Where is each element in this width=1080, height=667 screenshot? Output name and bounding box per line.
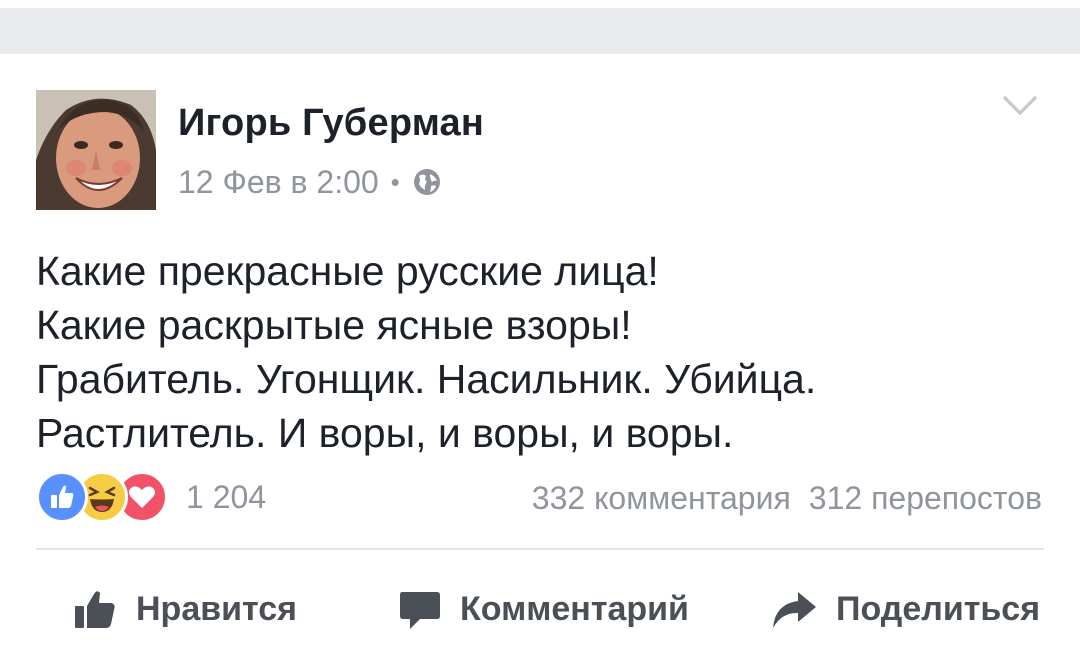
like-button-label: Нравится (136, 589, 297, 628)
post-stats: 332 комментария 312 перепостов (532, 480, 1042, 517)
feed-background-bar (0, 0, 1080, 54)
comment-icon (400, 592, 440, 629)
share-arrow-icon (773, 592, 816, 628)
post-timestamp[interactable]: 12 Фев в 2:00 (178, 164, 379, 201)
post-text-line: Какие раскрытые ясные взоры! (36, 302, 632, 348)
share-button-label: Поделиться (836, 589, 1041, 628)
reactions-summary[interactable]: 1 204 (36, 471, 267, 523)
like-reaction-icon (36, 471, 88, 523)
post-text-line: Грабитель. Угонщик. Насильник. Убийца. (36, 356, 817, 402)
globe-icon (412, 167, 442, 197)
reaction-count: 1 204 (186, 478, 267, 515)
like-button[interactable]: Нравится (72, 584, 297, 634)
post-meta: 12 Фев в 2:00 • (178, 162, 442, 202)
divider (36, 548, 1044, 550)
avatar[interactable] (36, 90, 156, 210)
post-text-line: Какие прекрасные русские лица! (36, 248, 659, 294)
author-name[interactable]: Игорь Губерман (178, 102, 484, 145)
avatar-photo (36, 90, 156, 210)
post-card: Игорь Губерман 12 Фев в 2:00 • Какие пре… (0, 54, 1080, 667)
share-button[interactable]: Поделиться (770, 584, 1040, 634)
thumbs-up-icon (75, 591, 115, 628)
shares-count[interactable]: 312 перепостов (809, 480, 1042, 517)
action-bar: Нравится Комментарий Поделиться (0, 584, 1080, 634)
chevron-down-icon[interactable] (1002, 94, 1038, 118)
post-text-line: Растлитель. И воры, и воры, и воры. (36, 410, 734, 456)
post-text: Какие прекрасные русские лица! Какие рас… (36, 244, 1046, 460)
comment-button-label: Комментарий (460, 589, 689, 628)
top-gap (0, 0, 1080, 8)
comments-count[interactable]: 332 комментария (532, 480, 791, 517)
meta-separator: • (390, 166, 400, 197)
comment-button[interactable]: Комментарий (398, 584, 689, 634)
